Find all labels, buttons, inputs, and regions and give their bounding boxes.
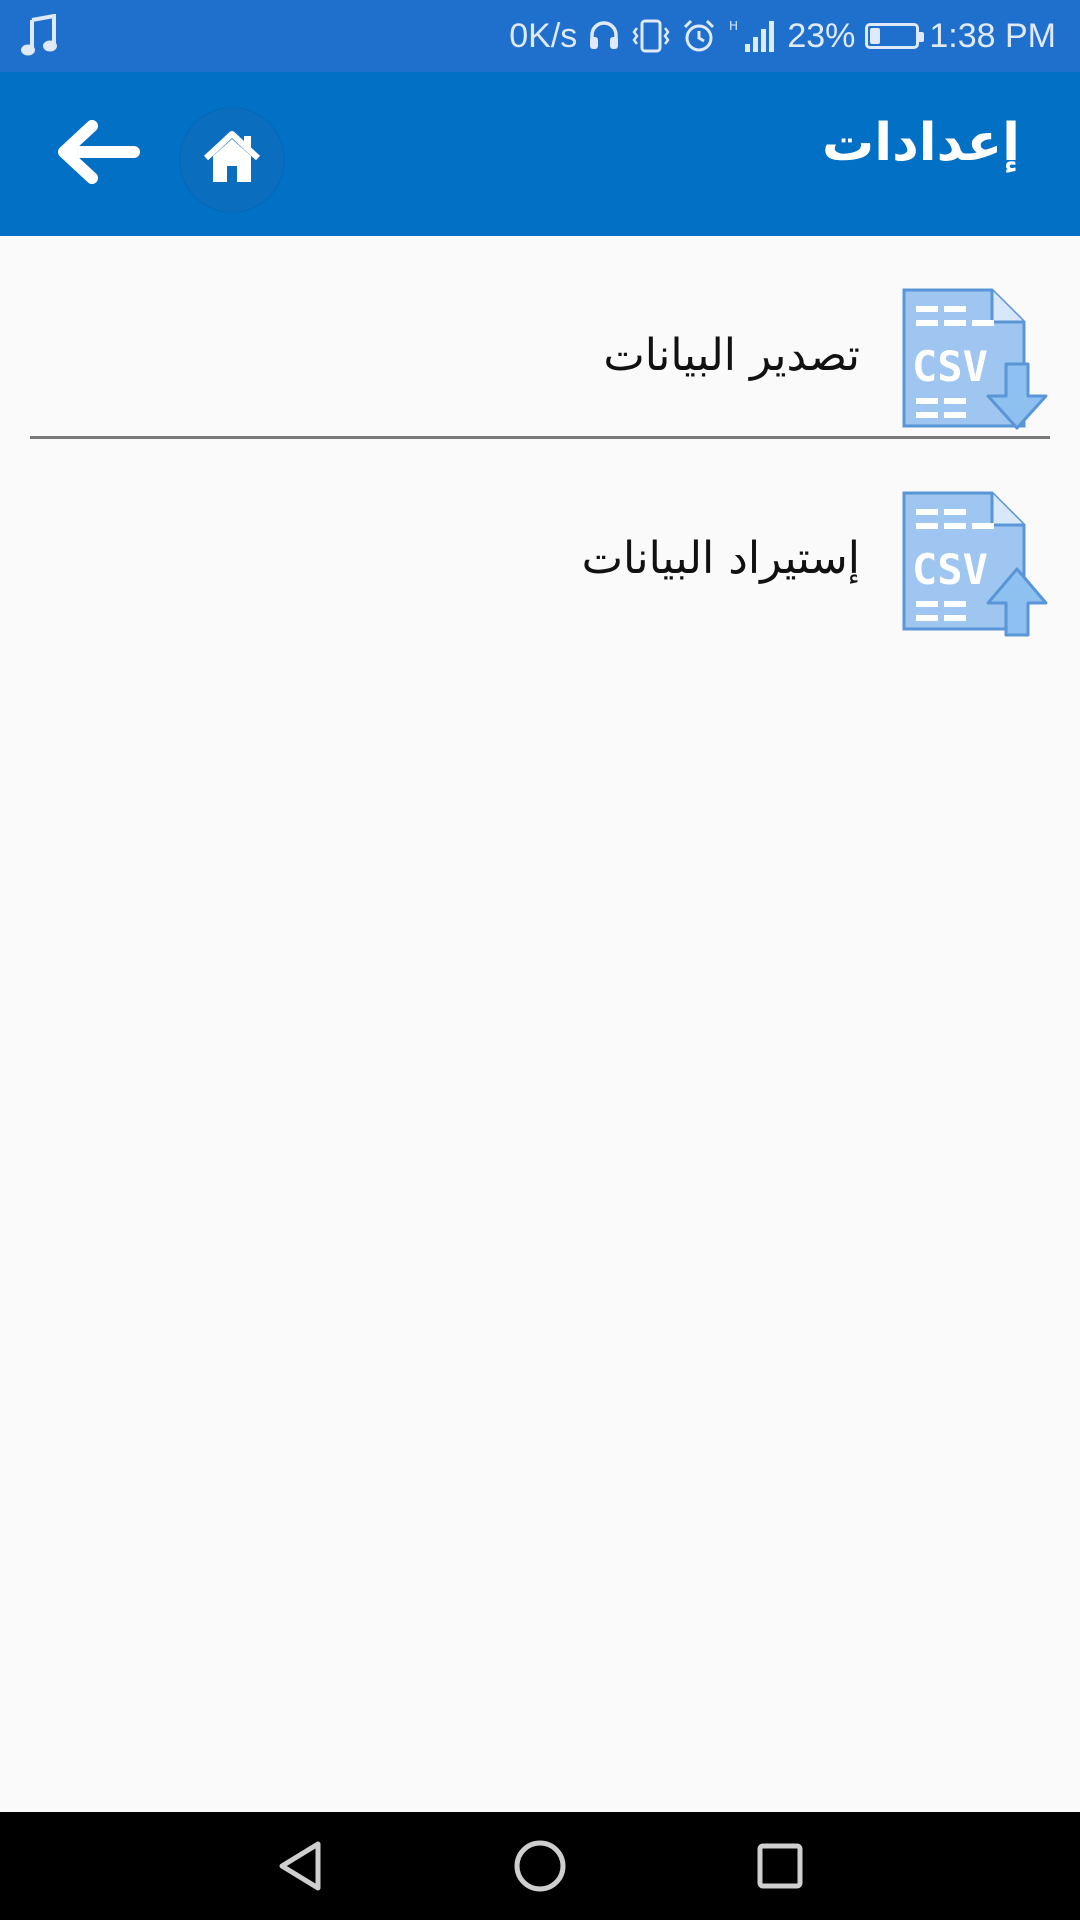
clock: 1:38 PM (929, 16, 1056, 55)
csv-export-icon: CSV (902, 288, 1048, 430)
status-bar: 0K/s H 23% 1:38 PM (0, 0, 1080, 72)
settings-list: CSV تصدير البيانات CSV إستيراد البيانات (30, 236, 1050, 639)
battery-fill (870, 28, 881, 44)
music-notification-icon (20, 14, 60, 58)
list-item-import[interactable]: CSV إستيراد البيانات (30, 439, 1050, 639)
import-data-label: إستيراد البيانات (581, 533, 860, 584)
nav-home-button[interactable] (512, 1838, 568, 1894)
battery-percent: 23% (787, 16, 856, 55)
page-title: إعدادات (822, 113, 1020, 173)
triangle-back-icon (279, 1841, 321, 1891)
square-recents-icon (757, 1843, 803, 1889)
export-data-label: تصدير البيانات (603, 330, 860, 381)
csv-import-icon: CSV (902, 491, 1048, 637)
navigation-bar (0, 1812, 1080, 1920)
list-item-export[interactable]: CSV تصدير البيانات (30, 236, 1050, 436)
network-type-label: H (729, 19, 738, 33)
signal-icon: H (727, 18, 777, 54)
alarm-icon (681, 18, 717, 54)
home-icon (203, 131, 261, 182)
app-bar: إعدادات (0, 72, 1080, 236)
arrow-left-icon (58, 120, 140, 184)
nav-recents-button[interactable] (752, 1838, 808, 1894)
back-button[interactable] (48, 112, 144, 192)
nav-back-button[interactable] (272, 1838, 328, 1894)
headset-icon (587, 19, 621, 53)
network-speed: 0K/s (509, 16, 578, 55)
home-button[interactable] (180, 108, 284, 212)
circle-home-icon (514, 1840, 566, 1892)
svg-text:CSV: CSV (912, 545, 988, 594)
battery-icon (865, 23, 925, 49)
vibrate-icon (631, 18, 671, 54)
svg-text:CSV: CSV (912, 342, 988, 391)
